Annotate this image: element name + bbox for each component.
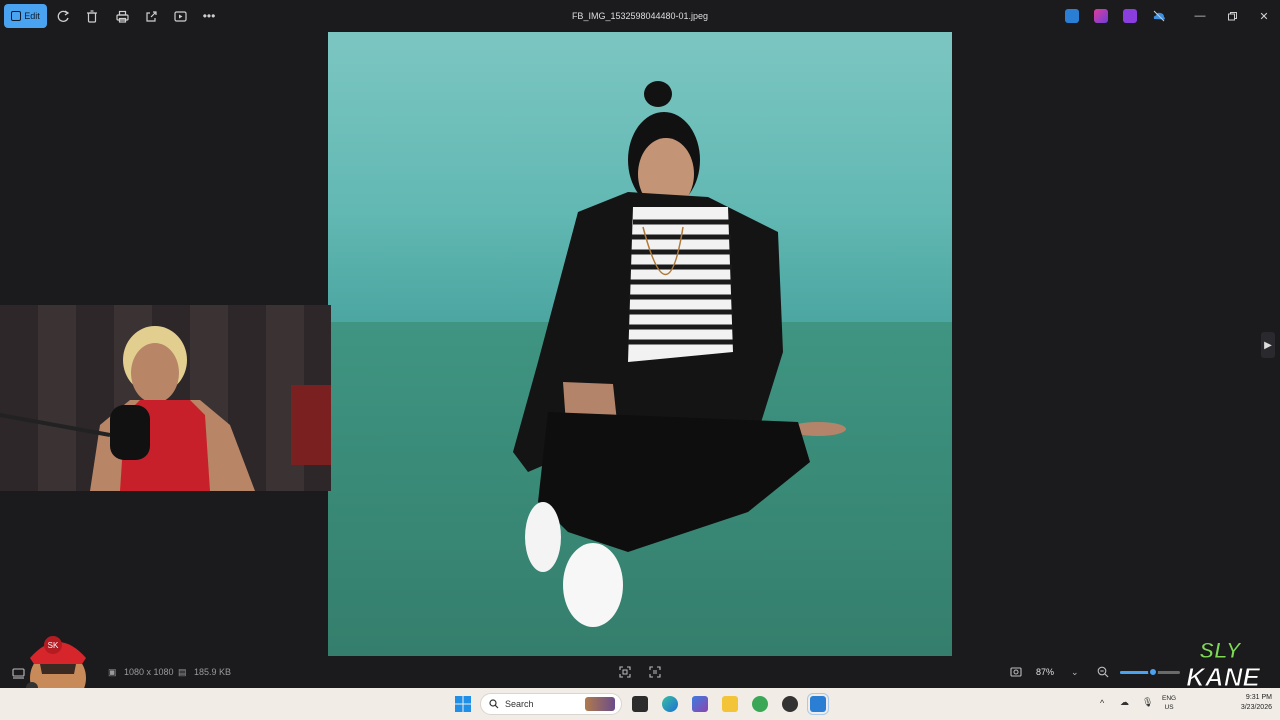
start-button[interactable] <box>455 696 471 712</box>
file-size: 185.9 KB <box>194 667 232 677</box>
windows-taskbar: Search ^ ☁ 🎙 ENG US 9:31 PM 3/23/2026 <box>0 688 1280 720</box>
photos-taskbar-icon[interactable] <box>807 693 829 715</box>
copilot-app-icon[interactable] <box>692 696 708 712</box>
status-bar: ▣ 1080 x 1080 ▤ 185.9 KB 87% ⌄ <box>0 658 1280 686</box>
photos-app-window: Edit ••• FB_IMG_1532598044480-01.jpeg — <box>0 0 1280 720</box>
actual-size-button[interactable] <box>647 664 663 680</box>
close-icon: ✕ <box>1259 10 1269 23</box>
minimize-button[interactable]: — <box>1192 8 1208 24</box>
search-highlight-image <box>585 697 615 711</box>
task-view-icon[interactable] <box>632 696 648 712</box>
maximize-button[interactable] <box>1224 8 1240 24</box>
zoom-out-button[interactable] <box>1095 664 1111 680</box>
title-bar: Edit ••• FB_IMG_1532598044480-01.jpeg — <box>0 0 1280 32</box>
network-icon[interactable]: ☁ <box>1120 697 1129 708</box>
zoom-dropdown-chevron-icon[interactable]: ⌄ <box>1071 667 1079 678</box>
clock-time: 9:31 PM <box>1245 694 1272 701</box>
clipchamp-app-icon[interactable] <box>1123 9 1137 23</box>
minimize-icon: — <box>1194 10 1206 22</box>
svg-text:SLY: SLY <box>1199 638 1242 663</box>
webcam-overlay <box>0 305 331 491</box>
taskbar-search-box[interactable]: Search <box>480 693 622 715</box>
streamer-figure <box>0 326 255 491</box>
restore-icon <box>1227 11 1237 20</box>
photo-subject-person <box>513 81 846 627</box>
file-name-title: FB_IMG_1532598044480-01.jpeg <box>571 11 709 21</box>
next-image-button[interactable]: ▶ <box>1261 332 1275 358</box>
utorrent-app-icon[interactable] <box>752 696 768 712</box>
photo-image[interactable] <box>328 32 952 656</box>
search-icon <box>489 699 499 709</box>
close-button[interactable]: ✕ <box>1256 8 1272 24</box>
zoom-out-icon <box>1097 666 1109 678</box>
photos-app-icon[interactable] <box>1065 9 1079 23</box>
language-indicator[interactable]: ENG US <box>1162 694 1176 712</box>
onedrive-icon[interactable] <box>1152 9 1166 23</box>
obs-app-icon[interactable] <box>782 696 798 712</box>
fit-to-window-button[interactable] <box>617 664 633 680</box>
fit-screen-icon <box>619 666 631 678</box>
zoom-level[interactable]: 87% <box>1036 667 1054 677</box>
file-size-icon: ▤ <box>178 667 187 677</box>
windows-logo-icon <box>455 696 471 712</box>
clock-date: 3/23/2026 <box>1240 704 1272 711</box>
designer-app-icon[interactable] <box>1094 9 1108 23</box>
svg-text:SK: SK <box>48 641 59 650</box>
search-placeholder: Search <box>505 699 534 709</box>
microphone-icon[interactable]: 🎙 <box>1142 697 1153 708</box>
fit-view-button[interactable] <box>1008 664 1024 680</box>
zoom-slider-thumb[interactable] <box>1148 667 1158 677</box>
chevron-right-icon: ▶ <box>1264 339 1272 351</box>
actual-size-icon <box>649 666 661 678</box>
image-dimensions: 1080 x 1080 <box>124 667 174 677</box>
taskbar-clock[interactable]: 9:31 PM 3/23/2026 <box>1228 693 1272 713</box>
file-explorer-icon[interactable] <box>722 696 738 712</box>
fit-view-icon <box>1010 667 1022 677</box>
show-hidden-icons-chevron-icon[interactable]: ^ <box>1100 698 1104 708</box>
edge-browser-icon[interactable] <box>662 696 678 712</box>
image-size-icon: ▣ <box>108 667 117 677</box>
